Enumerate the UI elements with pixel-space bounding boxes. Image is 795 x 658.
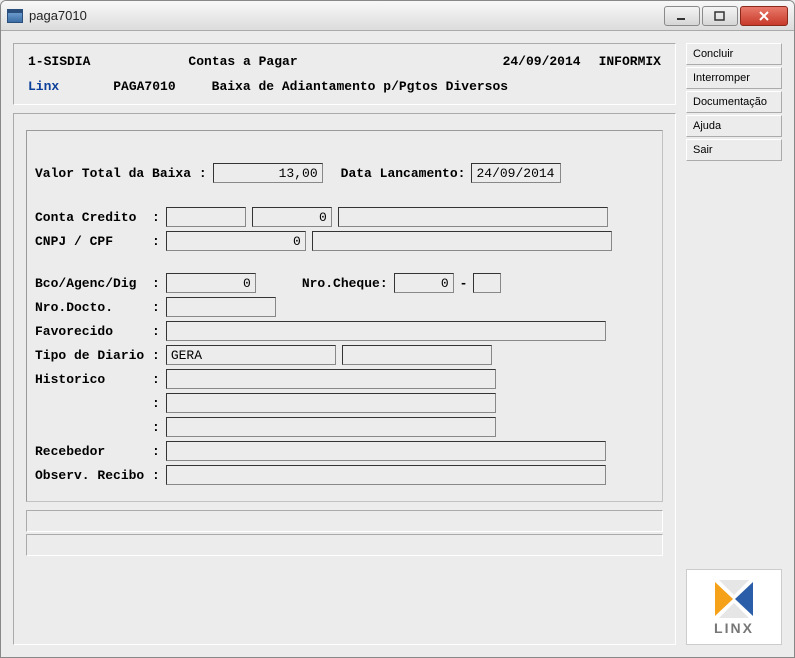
input-historico-1[interactable] xyxy=(166,369,496,389)
interromper-button[interactable]: Interromper xyxy=(686,67,782,89)
window-frame: paga7010 1-SISDIA Contas a Pagar 24/09/2… xyxy=(0,0,795,658)
label-valor-total: Valor Total da Baixa : xyxy=(35,166,207,181)
label-historico-2: : xyxy=(35,396,160,411)
linx-logo-icon xyxy=(711,578,757,620)
header-panel: 1-SISDIA Contas a Pagar 24/09/2014 INFOR… xyxy=(13,43,676,105)
ajuda-button[interactable]: Ajuda xyxy=(686,115,782,137)
header-date: 24/09/2014 xyxy=(503,54,581,69)
input-nro-cheque[interactable] xyxy=(394,273,454,293)
env-label: 1-SISDIA xyxy=(28,54,90,69)
sidebar: Concluir Interromper Documentação Ajuda … xyxy=(686,43,782,645)
label-historico: Historico : xyxy=(35,372,160,387)
label-tipo-diario: Tipo de Diario : xyxy=(35,348,160,363)
linx-logo-text: LINX xyxy=(714,620,754,636)
sair-button[interactable]: Sair xyxy=(686,139,782,161)
window-title: paga7010 xyxy=(29,8,87,23)
program-code: PAGA7010 xyxy=(113,79,175,94)
concluir-button[interactable]: Concluir xyxy=(686,43,782,65)
label-favorecido: Favorecido : xyxy=(35,324,160,339)
label-nro-cheque: Nro.Cheque: xyxy=(302,276,388,291)
input-recebedor[interactable] xyxy=(166,441,606,461)
label-data-lancamento: Data Lancamento: xyxy=(341,166,466,181)
input-favorecido[interactable] xyxy=(166,321,606,341)
subtitle: Baixa de Adiantamento p/Pgtos Diversos xyxy=(212,79,508,94)
input-historico-2[interactable] xyxy=(166,393,496,413)
minimize-button[interactable] xyxy=(664,6,700,26)
label-nro-docto: Nro.Docto. : xyxy=(35,300,160,315)
app-icon xyxy=(7,9,23,23)
close-button[interactable] xyxy=(740,6,788,26)
input-conta-credito-1[interactable] xyxy=(166,207,246,227)
linx-logo: LINX xyxy=(686,569,782,645)
label-historico-3: : xyxy=(35,420,160,435)
header-system: INFORMIX xyxy=(599,54,661,69)
label-bco-agenc-dig: Bco/Agenc/Dig : xyxy=(35,276,160,291)
display-cnpj-cpf-desc xyxy=(312,231,612,251)
documentacao-button[interactable]: Documentação xyxy=(686,91,782,113)
input-conta-credito-2[interactable] xyxy=(252,207,332,227)
input-tipo-diario[interactable] xyxy=(166,345,336,365)
form-group: Valor Total da Baixa : Data Lancamento: … xyxy=(26,130,663,502)
label-observ-recibo: Observ. Recibo : xyxy=(35,468,160,483)
label-cnpj-cpf: CNPJ / CPF : xyxy=(35,234,160,249)
input-valor-total[interactable] xyxy=(213,163,323,183)
maximize-button[interactable] xyxy=(702,6,738,26)
module-title: Contas a Pagar xyxy=(188,54,484,69)
input-bco-agenc-dig[interactable] xyxy=(166,273,256,293)
status-bar-2 xyxy=(26,534,663,556)
input-cnpj-cpf[interactable] xyxy=(166,231,306,251)
form-panel: Valor Total da Baixa : Data Lancamento: … xyxy=(13,113,676,645)
titlebar: paga7010 xyxy=(1,1,794,31)
input-data-lancamento[interactable] xyxy=(471,163,561,183)
input-historico-3[interactable] xyxy=(166,417,496,437)
status-bar-1 xyxy=(26,510,663,532)
display-conta-credito-desc xyxy=(338,207,608,227)
input-nro-docto[interactable] xyxy=(166,297,276,317)
label-conta-credito: Conta Credito : xyxy=(35,210,160,225)
input-nro-cheque-suf[interactable] xyxy=(473,273,501,293)
display-tipo-diario-desc xyxy=(342,345,492,365)
input-observ-recibo[interactable] xyxy=(166,465,606,485)
label-recebedor: Recebedor : xyxy=(35,444,160,459)
brand-label: Linx xyxy=(28,79,59,94)
